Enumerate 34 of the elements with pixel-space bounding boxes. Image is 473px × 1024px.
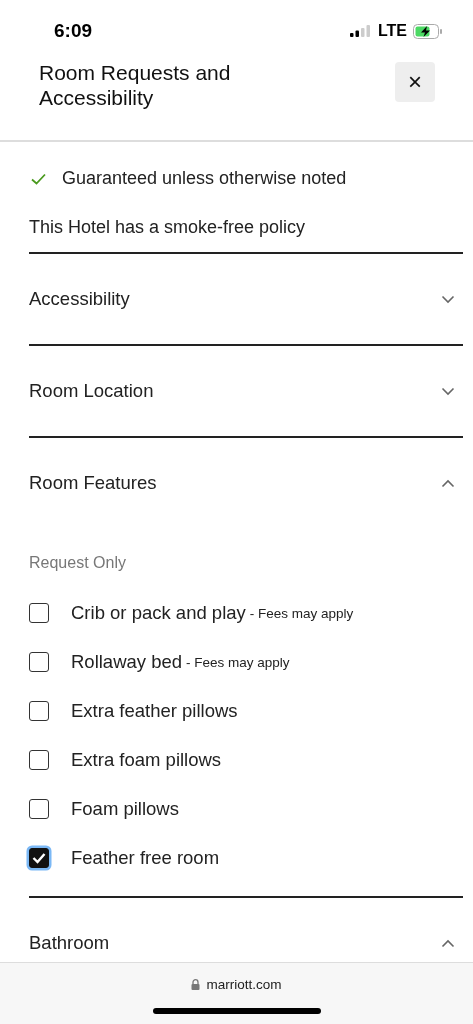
option-label[interactable]: Feather free room (71, 846, 220, 869)
status-time: 6:09 (54, 20, 93, 42)
section-header[interactable]: Bathroom (29, 898, 463, 962)
checkbox[interactable] (29, 798, 49, 819)
checkmark-icon (31, 172, 46, 185)
url-text[interactable]: marriott.com (206, 977, 282, 992)
fee-note: - Fees may apply (186, 655, 290, 670)
fee-note: - Fees may apply (249, 606, 354, 621)
option-label[interactable]: Extra feather pillows (71, 699, 238, 722)
section-header[interactable]: Room Features (29, 438, 463, 528)
battery-icon (413, 23, 443, 39)
chevron-down-icon (441, 294, 455, 304)
checkbox[interactable] (29, 749, 49, 770)
checkbox[interactable] (29, 602, 49, 623)
dialog-title: Room Requests and Accessibility (39, 60, 232, 110)
network-label: LTE (377, 22, 407, 40)
note-text: This Hotel has a smoke-free policy (29, 217, 306, 238)
note-text: Guaranteed unless otherwise noted (62, 168, 347, 189)
close-button[interactable]: × (395, 62, 435, 102)
option-label[interactable]: Extra foam pillows (71, 748, 222, 771)
chevron-down-icon (441, 386, 455, 396)
option-label[interactable]: Foam pillows (71, 797, 179, 820)
lock-icon (191, 979, 201, 990)
option-label[interactable]: Rollaway bed (71, 650, 183, 673)
section-header[interactable]: Accessibility (29, 254, 463, 344)
section-header[interactable]: Room Location (29, 346, 463, 436)
chevron-up-icon (441, 938, 455, 948)
option-label[interactable]: Crib or pack and play (71, 601, 246, 624)
checkbox[interactable] (29, 847, 49, 868)
section-subtitle: Request Only (29, 554, 127, 572)
signal-icon (349, 25, 372, 37)
chevron-up-icon (441, 478, 455, 488)
checkbox[interactable] (29, 651, 49, 672)
checkbox[interactable] (29, 700, 49, 721)
